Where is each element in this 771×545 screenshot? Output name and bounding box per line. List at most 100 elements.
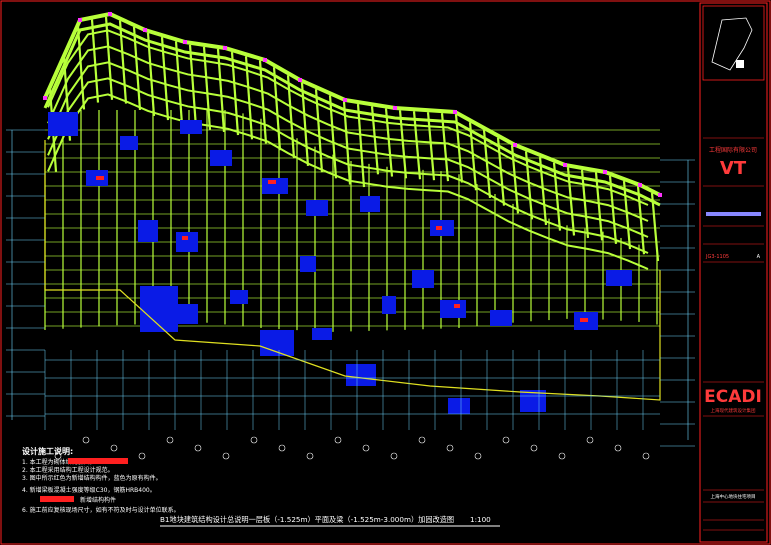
beam bbox=[314, 89, 324, 173]
wall-block bbox=[210, 150, 232, 166]
drawing-scale: 1:100 bbox=[470, 515, 491, 524]
wall-block bbox=[48, 112, 78, 136]
title-block-frame bbox=[699, 2, 768, 543]
wall-blocks bbox=[44, 112, 661, 414]
new-member bbox=[268, 180, 276, 184]
wall-block bbox=[606, 270, 632, 286]
column-marker bbox=[183, 40, 187, 44]
grid-bubble bbox=[138, 452, 146, 460]
tb-stamp-bar bbox=[706, 212, 761, 216]
column-marker bbox=[263, 58, 267, 62]
beam bbox=[216, 48, 226, 133]
wall-block bbox=[180, 120, 202, 134]
grid-bubble bbox=[474, 452, 482, 460]
new-member bbox=[182, 236, 188, 240]
column-marker bbox=[453, 110, 457, 114]
column-marker bbox=[343, 98, 347, 102]
grid-bubble bbox=[446, 444, 454, 452]
grid-bubble bbox=[110, 444, 118, 452]
wall-block bbox=[448, 398, 470, 414]
new-member bbox=[454, 304, 460, 308]
grid-bubble bbox=[418, 436, 426, 444]
wall-block bbox=[120, 136, 138, 150]
floor-plan bbox=[6, 11, 695, 460]
new-member bbox=[436, 226, 442, 230]
ecadi-logo: ECADI bbox=[704, 387, 762, 407]
beam bbox=[146, 32, 156, 116]
wall-block bbox=[230, 290, 248, 304]
notes-item: 4. 新增梁板混凝土强度等级C30，钢筋HRB400。 bbox=[22, 486, 156, 494]
key-plan-highlight bbox=[736, 60, 744, 68]
column-marker bbox=[393, 106, 397, 110]
project-name: 上海中心地块住宅项目 bbox=[711, 493, 756, 500]
wall-block bbox=[176, 304, 198, 324]
legend-swatch bbox=[40, 496, 74, 502]
grid-bubble bbox=[222, 452, 230, 460]
beam bbox=[440, 113, 450, 182]
grid-bubble bbox=[278, 444, 286, 452]
revision: A bbox=[757, 254, 761, 260]
grid-bubble bbox=[194, 444, 202, 452]
roof-beam bbox=[43, 22, 661, 207]
column-marker bbox=[298, 78, 302, 82]
sheet-code: JG3-1105 bbox=[705, 254, 729, 260]
beam-network bbox=[43, 11, 661, 332]
grid-markers bbox=[43, 12, 662, 460]
beam bbox=[47, 29, 649, 206]
company-name: 工程国际有限公司 bbox=[709, 146, 757, 154]
ecadi-company: 上海现代建筑设计集团 bbox=[711, 407, 756, 414]
legend-label: 新增结构构件 bbox=[80, 496, 116, 504]
column-marker bbox=[638, 183, 642, 187]
column-marker bbox=[223, 46, 227, 50]
grid-bubble bbox=[306, 452, 314, 460]
wall-block bbox=[312, 328, 332, 340]
notes-item: 6. 施工前应复核现场尺寸，如有不符及时与设计单位联系。 bbox=[22, 506, 180, 514]
column-marker bbox=[143, 28, 147, 32]
column-marker bbox=[43, 96, 47, 100]
beam bbox=[118, 20, 128, 104]
beam bbox=[188, 44, 198, 128]
grid-bubble bbox=[166, 436, 174, 444]
grid-bubble bbox=[642, 452, 650, 460]
beam bbox=[244, 56, 254, 140]
beam bbox=[104, 16, 114, 100]
new-member bbox=[580, 318, 588, 322]
grid-bubble bbox=[502, 436, 510, 444]
company-logo: VT bbox=[720, 158, 747, 179]
wall-block bbox=[412, 270, 434, 288]
wall-block bbox=[300, 256, 316, 272]
beam bbox=[356, 104, 366, 188]
wall-block bbox=[490, 310, 512, 326]
beam bbox=[174, 41, 184, 125]
cad-drawing: 设计施工说明: 1. 本工程为砌体结构加固。 2. 本工程采用结构工程设计规范。… bbox=[0, 0, 771, 545]
notes-item: 2. 本工程采用结构工程设计规范。 bbox=[22, 466, 114, 474]
wall-block bbox=[176, 232, 198, 252]
grid-bubble bbox=[362, 444, 370, 452]
grid-bubble bbox=[586, 436, 594, 444]
grid-bubble bbox=[530, 444, 538, 452]
grid-bubble bbox=[82, 436, 90, 444]
title-block: 工程国际有限公司 VT JG3-1105 A ECADI 上海现代建筑设计集团 … bbox=[699, 2, 768, 543]
legend-swatch bbox=[68, 458, 128, 464]
wall-block bbox=[306, 200, 328, 216]
column-marker bbox=[603, 170, 607, 174]
column-marker bbox=[513, 143, 517, 147]
key-plan-outline bbox=[711, 17, 753, 71]
beam bbox=[47, 93, 649, 270]
column-marker bbox=[78, 18, 82, 22]
key-plan-frame bbox=[702, 5, 765, 81]
drawing-title-group: B1地块建筑结构设计总说明一层板（-1.525m）平面及梁（-1.525m-3.… bbox=[160, 515, 500, 527]
beam bbox=[230, 52, 240, 136]
wall-block bbox=[440, 300, 466, 318]
wall-block bbox=[382, 296, 396, 314]
drawing-title: B1地块建筑结构设计总说明一层板（-1.525m）平面及梁（-1.525m-3.… bbox=[160, 515, 454, 524]
column-marker bbox=[108, 12, 112, 16]
column-marker bbox=[563, 163, 567, 167]
beam bbox=[412, 111, 422, 180]
notes-item: 3. 图中所示红色为新增结构构件，蓝色为原有构件。 bbox=[22, 474, 162, 482]
beam bbox=[160, 37, 170, 121]
grid-bubble bbox=[614, 444, 622, 452]
grid-bubble bbox=[390, 452, 398, 460]
grid-bubble bbox=[250, 436, 258, 444]
notes-heading: 设计施工说明: bbox=[22, 446, 73, 456]
